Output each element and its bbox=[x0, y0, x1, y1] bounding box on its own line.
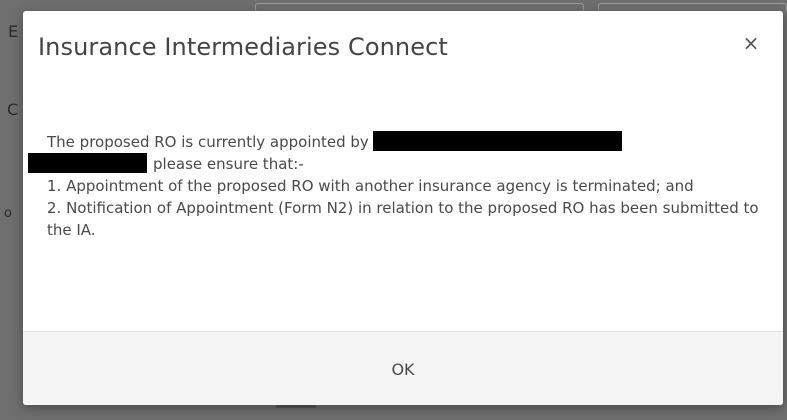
modal-body: The proposed RO is currently appointed b… bbox=[23, 87, 783, 331]
message-item-1: 1. Appointment of the proposed RO with a… bbox=[47, 177, 694, 195]
redacted-block bbox=[372, 131, 622, 151]
message-intro: The proposed RO is currently appointed b… bbox=[47, 131, 772, 153]
close-icon: × bbox=[742, 31, 760, 55]
background-label-fragment: E bbox=[8, 22, 19, 41]
close-button[interactable]: × bbox=[741, 33, 761, 53]
message-item-2: 2. Notification of Appointment (Form N2)… bbox=[47, 199, 759, 239]
background-element bbox=[276, 405, 316, 408]
background-label-fragment: C bbox=[7, 100, 19, 119]
modal-title: Insurance Intermediaries Connect bbox=[38, 33, 448, 61]
modal-header: Insurance Intermediaries Connect × bbox=[23, 11, 783, 87]
modal-message: The proposed RO is currently appointed b… bbox=[28, 131, 772, 241]
message-intro-suffix: please ensure that:- bbox=[153, 155, 304, 173]
message-intro-continued: please ensure that:- bbox=[28, 153, 772, 175]
message-intro-prefix: The proposed RO is currently appointed b… bbox=[47, 133, 369, 151]
modal-footer: OK bbox=[23, 331, 783, 405]
modal-dialog: Insurance Intermediaries Connect × The p… bbox=[23, 11, 783, 405]
redacted-block bbox=[28, 153, 147, 173]
ok-button[interactable]: OK bbox=[23, 332, 783, 405]
background-label-fragment: o bbox=[4, 206, 12, 221]
